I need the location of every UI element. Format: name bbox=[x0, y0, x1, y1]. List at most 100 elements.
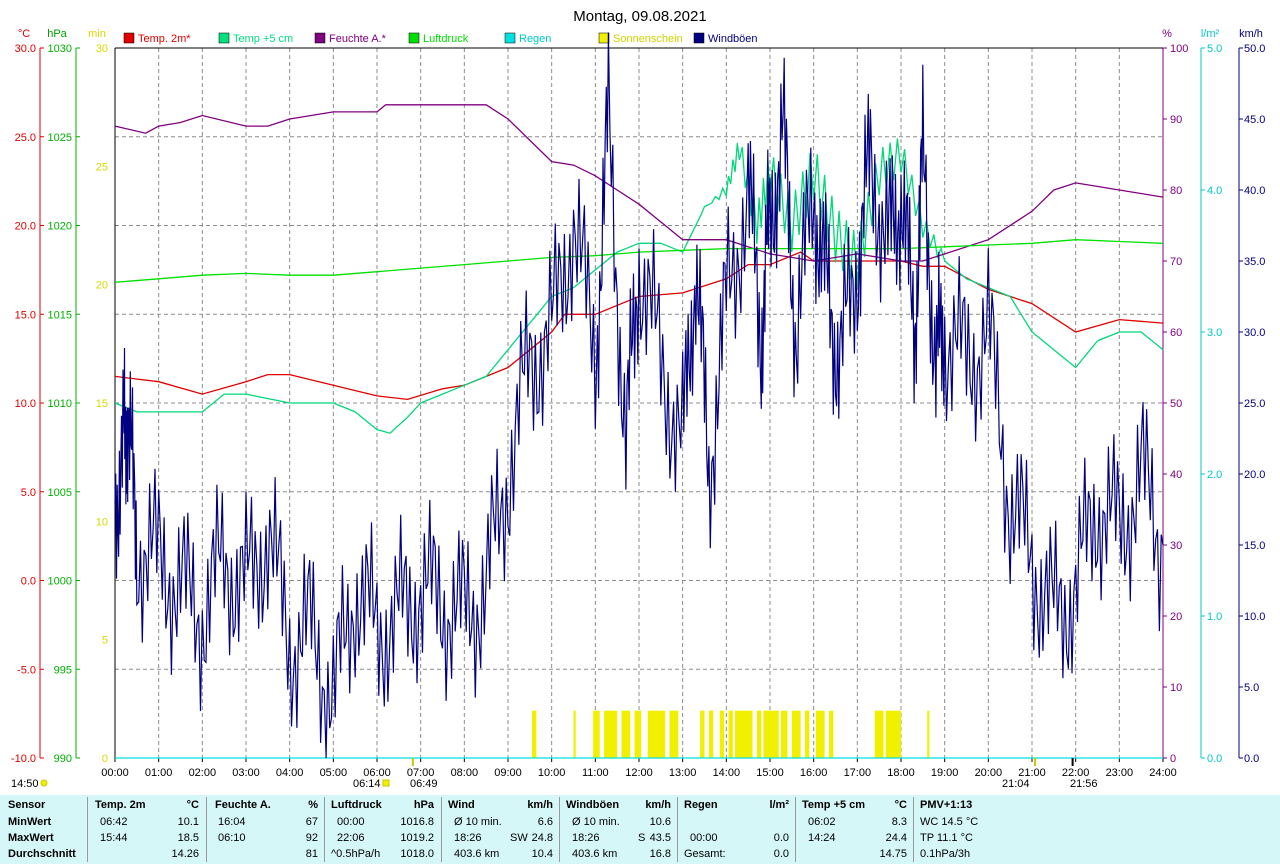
pmv-trend: 0.1hPa/3h bbox=[920, 848, 971, 860]
wind-tick-label: 10.0 bbox=[1244, 611, 1265, 623]
time-tick-label: 24:00 bbox=[1149, 767, 1177, 779]
sunshine-bar bbox=[573, 710, 576, 758]
wind-tick-label: 25.0 bbox=[1244, 398, 1265, 410]
temp5-unit: °C bbox=[894, 799, 907, 811]
humidity-tick-label: 0 bbox=[1170, 753, 1176, 765]
rain-tick-label: 5.0 bbox=[1207, 43, 1222, 55]
rain-total: 0.0 bbox=[773, 848, 789, 860]
time-tick-label: 09:00 bbox=[494, 767, 522, 779]
time-tick-label: 03:00 bbox=[232, 767, 260, 779]
temp5-max: 24.4 bbox=[885, 832, 907, 844]
sunshine-unit-label: min bbox=[88, 28, 106, 40]
gust-header: Windböen bbox=[566, 799, 620, 811]
time-tick-label: 04:00 bbox=[276, 767, 304, 779]
temp5-min-time: 06:02 bbox=[808, 816, 836, 828]
pressure-tick-label: 990 bbox=[54, 753, 72, 765]
sunshine-bar bbox=[735, 710, 753, 758]
humidity-tick-label: 70 bbox=[1170, 256, 1182, 268]
temp-tick-label: -10.0 bbox=[11, 753, 36, 765]
press-avg: 1018.0 bbox=[400, 848, 434, 860]
humidity-tick-label: 10 bbox=[1170, 682, 1182, 694]
sunshine-bar bbox=[927, 710, 930, 758]
time-tick-label: 23:00 bbox=[1106, 767, 1134, 779]
gust-distance: 403.6 km bbox=[572, 848, 618, 860]
sunshine-bar bbox=[780, 710, 788, 758]
stats-panel: Sensor MinWert MaxWert Durchschnitt Temp… bbox=[0, 795, 1280, 864]
sunshine-bar bbox=[791, 710, 801, 758]
temp5-header: Temp +5 cm bbox=[802, 799, 866, 811]
temp-tick-label: -5.0 bbox=[17, 664, 36, 676]
press-trend: ^0.5hPa/h bbox=[331, 848, 381, 860]
temp2m-unit: °C bbox=[186, 799, 199, 811]
sunshine-bar bbox=[669, 710, 679, 758]
press-max: 1019.2 bbox=[400, 832, 434, 844]
pressure-tick-label: 1025 bbox=[48, 132, 72, 144]
time-tick-label: 14:00 bbox=[713, 767, 741, 779]
time-tick-label: 02:00 bbox=[189, 767, 217, 779]
wind-distance: 403.6 km bbox=[454, 848, 500, 860]
row-label-max: MaxWert bbox=[8, 832, 54, 844]
wind-tick-label: 0.0 bbox=[1244, 753, 1259, 765]
sunshine-bar bbox=[634, 710, 642, 758]
temp2m-header: Temp. 2m bbox=[95, 799, 146, 811]
pressure-tick-label: 1010 bbox=[48, 398, 72, 410]
legend-label: Temp. 2m* bbox=[138, 33, 191, 45]
sunshine-bar bbox=[719, 710, 725, 758]
humidity-tick-label: 90 bbox=[1170, 114, 1182, 126]
press-unit: hPa bbox=[413, 799, 434, 811]
pressure-tick-label: 1005 bbox=[48, 487, 72, 499]
gust-max-dir: S bbox=[638, 832, 646, 844]
time-tick-label: 15:00 bbox=[756, 767, 784, 779]
legend-swatch bbox=[218, 32, 230, 44]
rain-header: Regen bbox=[684, 799, 718, 811]
legend-swatch bbox=[693, 32, 705, 44]
temp-tick-label: 5.0 bbox=[21, 487, 36, 499]
legend-swatch bbox=[598, 32, 610, 44]
rain-unit: l/m² bbox=[769, 799, 789, 811]
sunshine-bar bbox=[621, 710, 631, 758]
wind-avg: 10.4 bbox=[531, 848, 553, 860]
rain-total-label: Gesamt: bbox=[684, 848, 726, 860]
sunshine-tick-label: 10 bbox=[96, 516, 108, 528]
weather-chart: Montag, 09.08.2021 Temp. 2m* Temp +5 cm Fe… bbox=[11, 8, 1266, 790]
time-tick-label: 13:00 bbox=[669, 767, 697, 779]
humidity-tick-label: 50 bbox=[1170, 398, 1182, 410]
rain-tick-label: 2.0 bbox=[1207, 469, 1222, 481]
legend-swatch bbox=[314, 32, 326, 44]
pressure-tick-label: 1015 bbox=[48, 309, 72, 321]
gust-avg-label: Ø 10 min. bbox=[572, 816, 620, 828]
sunshine-bar bbox=[647, 710, 666, 758]
time-tick-label: 01:00 bbox=[145, 767, 173, 779]
wind-unit-label: km/h bbox=[1239, 28, 1263, 40]
pressure-tick-label: 1030 bbox=[48, 43, 72, 55]
wind-tick-label: 30.0 bbox=[1244, 327, 1265, 339]
temp2m-min-time: 06:42 bbox=[100, 816, 128, 828]
time-tick-label: 20:00 bbox=[975, 767, 1003, 779]
wind-tick-label: 20.0 bbox=[1244, 469, 1265, 481]
sunshine-tick-label: 25 bbox=[96, 161, 108, 173]
press-max-time: 22:06 bbox=[337, 832, 365, 844]
sunshine-bar bbox=[804, 710, 810, 758]
time-tick-label: 12:00 bbox=[625, 767, 653, 779]
time-tick-label: 05:00 bbox=[320, 767, 348, 779]
wind-max-dir: SW bbox=[510, 832, 528, 844]
stats-col-sensor: Sensor MinWert MaxWert Durchschnitt bbox=[0, 795, 85, 864]
stats-col-wind: Wind km/h Ø 10 min. 6.6 18:26 SW 24.8 40… bbox=[442, 795, 557, 864]
sunshine-bar bbox=[593, 710, 600, 758]
temp2m-min: 10.1 bbox=[177, 816, 199, 828]
hum-max-time: 06:10 bbox=[218, 832, 246, 844]
sunshine-bar bbox=[728, 710, 733, 758]
stats-col-rain: Regen l/m² 00:00 0.0 Gesamt: 0.0 bbox=[678, 795, 793, 864]
hum-min-time: 16:04 bbox=[218, 816, 246, 828]
row-label-min: MinWert bbox=[8, 816, 52, 828]
pressure-tick-label: 995 bbox=[54, 664, 72, 676]
rain-tick-label: 0.0 bbox=[1207, 753, 1222, 765]
sunshine-bar bbox=[708, 710, 714, 758]
rain-tick-label: 4.0 bbox=[1207, 185, 1222, 197]
wind-tick-label: 40.0 bbox=[1244, 185, 1265, 197]
sunrise-icon bbox=[382, 779, 390, 787]
grid bbox=[115, 48, 1163, 758]
corner-time: 14:50 bbox=[11, 778, 39, 790]
sunshine-bar bbox=[604, 710, 618, 758]
legend-label: Temp +5 cm bbox=[233, 33, 293, 45]
